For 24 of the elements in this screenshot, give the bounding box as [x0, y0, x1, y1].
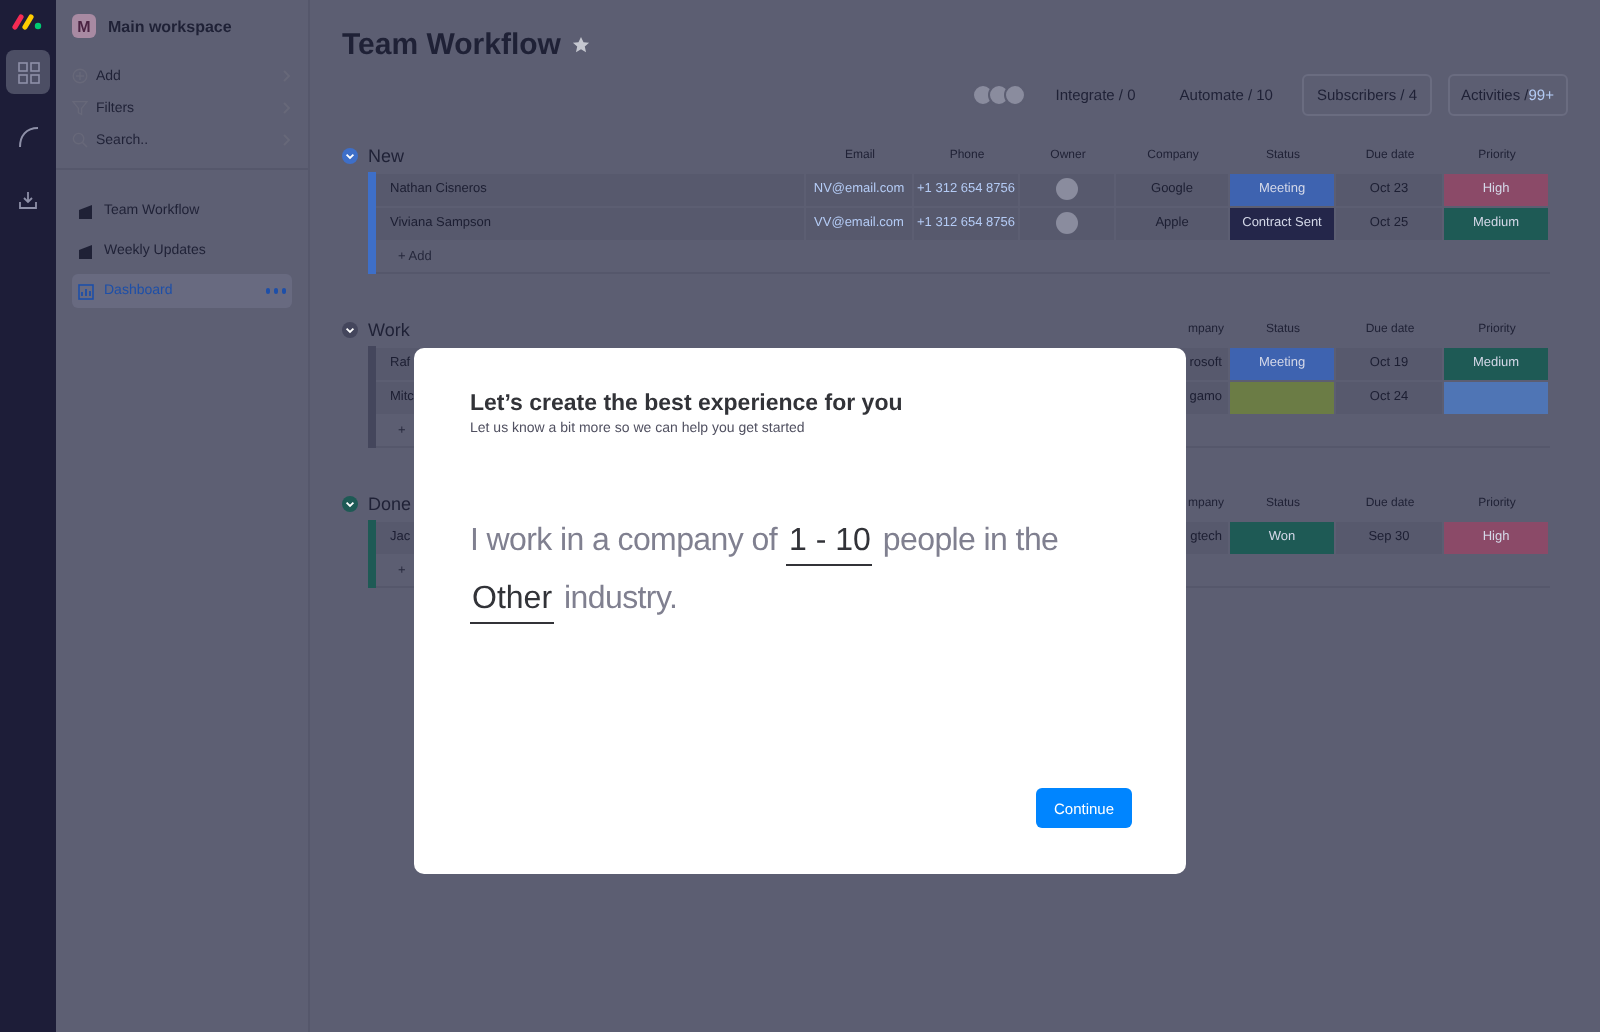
- choice-dropdown[interactable]: 1 - 10: [786, 524, 873, 566]
- collapse-icon[interactable]: [342, 148, 358, 164]
- avatar-circle: [1056, 212, 1078, 234]
- sentence-text: industry.: [564, 582, 678, 618]
- group-title: Done: [368, 494, 414, 514]
- collapse-icon[interactable]: [342, 496, 358, 512]
- workspace-avatar: M: [72, 14, 96, 38]
- choice-dropdown[interactable]: Other: [470, 582, 555, 624]
- avatar-circle: [1056, 178, 1078, 200]
- download-icon: [18, 190, 38, 210]
- star-icon[interactable]: [572, 36, 591, 54]
- board-title: Team Workflow: [342, 28, 561, 62]
- group-title: Work: [368, 320, 412, 340]
- rail-button[interactable]: [6, 50, 50, 94]
- dashboard-icon: [78, 283, 94, 299]
- board-icon: [78, 203, 94, 219]
- workspace-name: Main workspace: [108, 17, 232, 35]
- group-title: New: [368, 146, 407, 166]
- grid-icon: [17, 61, 39, 83]
- logo-icon: [12, 12, 44, 30]
- curve-icon: [17, 125, 39, 147]
- sentence-text: people in the: [882, 524, 1059, 560]
- collapse-icon[interactable]: [342, 322, 358, 338]
- board-icon: [78, 243, 94, 259]
